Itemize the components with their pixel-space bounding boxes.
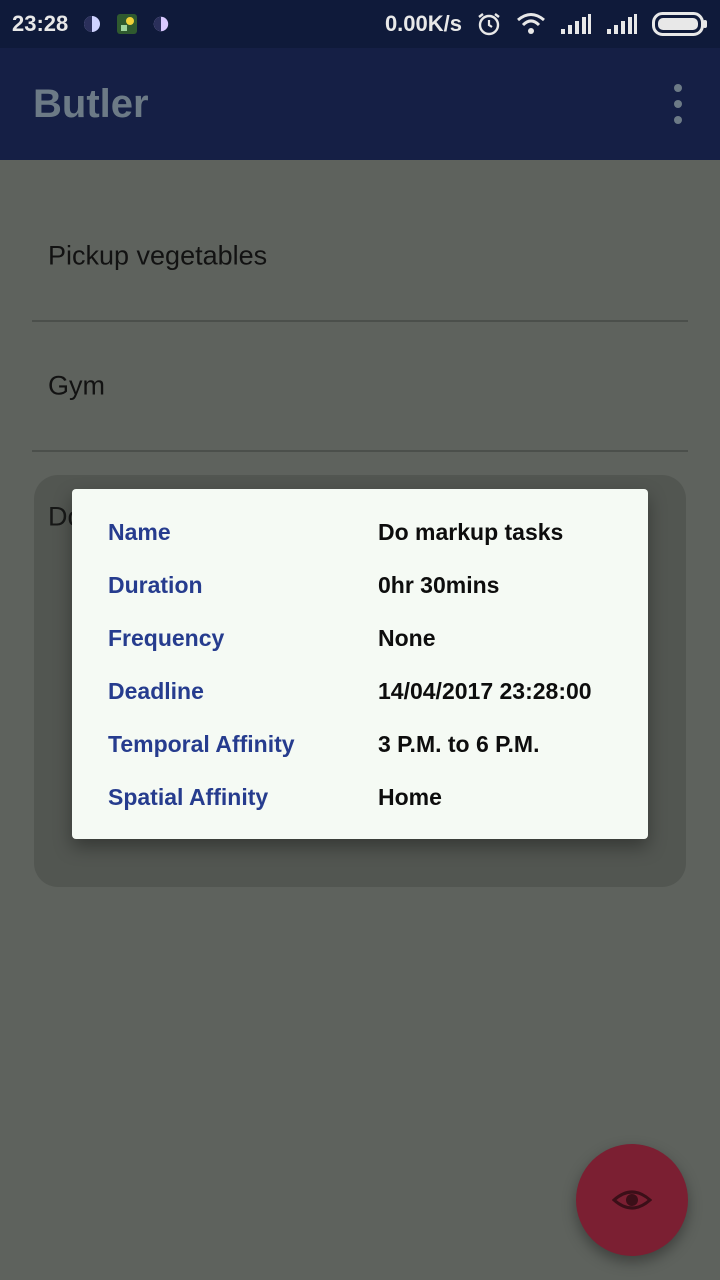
task-details-dialog: Name Do markup tasks Duration 0hr 30mins… — [72, 489, 648, 839]
detail-value: 14/04/2017 23:28:00 — [378, 678, 592, 704]
more-vert-icon[interactable] — [666, 84, 690, 124]
detail-row-temporal-affinity: Temporal Affinity 3 P.M. to 6 P.M. — [72, 731, 648, 771]
alarm-icon — [476, 11, 502, 37]
detail-label: Spatial Affinity — [108, 784, 269, 810]
moon-app-icon — [82, 14, 102, 34]
detail-row-deadline: Deadline 14/04/2017 23:28:00 — [72, 678, 648, 718]
list-item[interactable]: Pickup vegetables — [32, 192, 688, 322]
moon-app-icon-2 — [152, 15, 170, 33]
status-bar: 23:28 0.00K/s — [0, 0, 720, 48]
notification-app-icon — [116, 13, 138, 35]
detail-row-frequency: Frequency None — [72, 625, 648, 665]
detail-row-name: Name Do markup tasks — [72, 519, 648, 559]
status-time: 23:28 — [12, 11, 69, 36]
detail-value: 3 P.M. to 6 P.M. — [378, 731, 540, 757]
list-item[interactable]: Gym — [32, 322, 688, 452]
signal-icon-2 — [606, 13, 638, 35]
detail-value: Do markup tasks — [378, 519, 564, 545]
detail-label: Frequency — [108, 625, 225, 651]
net-speed: 0.00K/s — [384, 11, 462, 36]
eye-icon — [612, 1188, 652, 1212]
signal-icon — [560, 13, 592, 35]
detail-value: 0hr 30mins — [378, 572, 500, 598]
detail-label: Deadline — [108, 678, 204, 704]
view-fab-button[interactable] — [576, 1144, 688, 1256]
task-label: Pickup vegetables — [48, 240, 268, 271]
detail-row-spatial-affinity: Spatial Affinity Home — [72, 784, 648, 824]
app-title: Butler — [33, 82, 149, 126]
detail-label: Temporal Affinity — [108, 731, 295, 757]
battery-icon — [652, 12, 708, 36]
app-bar: Butler — [0, 48, 720, 160]
detail-label: Name — [108, 519, 171, 545]
detail-row-duration: Duration 0hr 30mins — [72, 572, 648, 612]
detail-value: None — [378, 625, 436, 651]
wifi-icon — [516, 12, 546, 36]
detail-label: Duration — [108, 572, 203, 598]
task-label: Gym — [48, 370, 105, 401]
detail-value: Home — [378, 784, 442, 810]
